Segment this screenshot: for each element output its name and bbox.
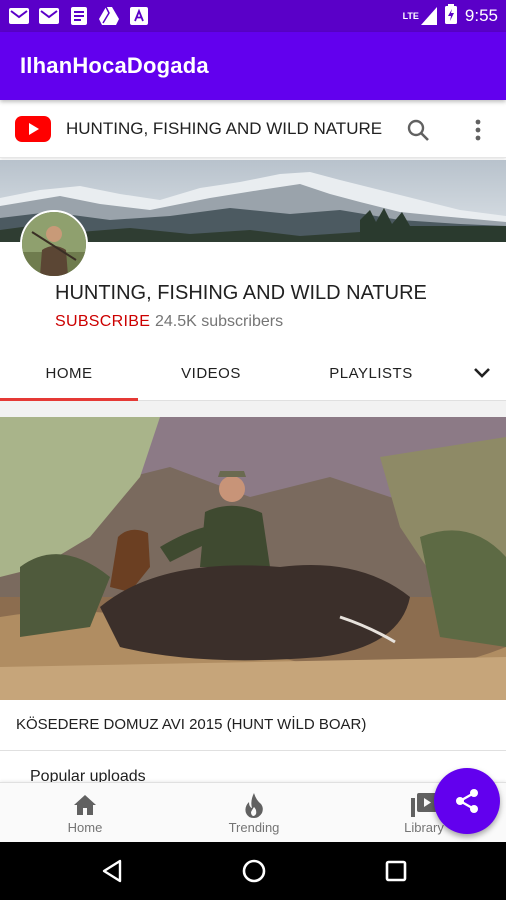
youtube-header-title: HUNTING, FISHING AND WILD NATURE bbox=[66, 118, 383, 138]
battery-icon bbox=[444, 3, 457, 29]
divider bbox=[0, 750, 506, 751]
nav-home[interactable]: Home bbox=[25, 783, 145, 843]
more-vert-icon[interactable] bbox=[466, 116, 490, 144]
gmail-icon bbox=[38, 7, 60, 25]
gmail-icon bbox=[8, 7, 30, 25]
font-icon bbox=[128, 7, 150, 25]
youtube-header: HUNTING, FISHING AND WILD NATURE bbox=[0, 100, 506, 158]
channel-tabs: HOME VIDEOS PLAYLISTS bbox=[0, 345, 506, 401]
tab-videos[interactable]: VIDEOS bbox=[142, 345, 280, 401]
featured-video-title[interactable]: KÖSEDERE DOMUZ AVI 2015 (HUNT WİLD BOAR) bbox=[16, 716, 366, 733]
lte-signal-icon: LTE bbox=[403, 7, 437, 25]
app-bar: IlhanHocaDogada bbox=[0, 32, 506, 100]
share-icon bbox=[453, 787, 481, 815]
share-fab-button[interactable] bbox=[434, 768, 500, 834]
home-icon bbox=[72, 792, 98, 818]
network-type-label: LTE bbox=[402, 11, 419, 21]
nav-trending[interactable]: Trending bbox=[194, 783, 314, 843]
tab-home[interactable]: HOME bbox=[0, 345, 138, 401]
nav-home-label: Home bbox=[67, 819, 103, 835]
section-spacer bbox=[0, 401, 506, 417]
subscriber-count: 24.5K subscribers bbox=[155, 313, 284, 330]
featured-video-thumbnail[interactable] bbox=[0, 417, 506, 700]
subscribe-button[interactable]: SUBSCRIBE bbox=[55, 313, 150, 331]
document-icon bbox=[68, 7, 90, 25]
chevron-down-icon[interactable] bbox=[470, 361, 494, 385]
recent-apps-icon[interactable] bbox=[381, 856, 411, 886]
nav-library-label: Library bbox=[404, 819, 444, 835]
clock: 9:55 bbox=[464, 6, 498, 25]
drive-icon bbox=[98, 7, 120, 25]
channel-avatar[interactable] bbox=[20, 210, 88, 278]
tab-playlists[interactable]: PLAYLISTS bbox=[302, 345, 440, 401]
channel-name: HUNTING, FISHING AND WILD NATURE bbox=[55, 282, 427, 304]
nav-trending-label: Trending bbox=[228, 819, 280, 835]
search-icon[interactable] bbox=[404, 116, 432, 144]
flame-icon bbox=[241, 792, 267, 818]
home-circle-icon[interactable] bbox=[239, 856, 269, 886]
back-icon[interactable] bbox=[97, 856, 127, 886]
youtube-logo-icon[interactable] bbox=[14, 115, 52, 142]
status-bar: LTE 9:55 bbox=[0, 0, 506, 32]
system-navigation-bar bbox=[0, 842, 506, 900]
bottom-navigation: Home Trending Library bbox=[0, 782, 506, 842]
app-title: IlhanHocaDogada bbox=[20, 53, 209, 78]
library-icon bbox=[411, 792, 437, 818]
